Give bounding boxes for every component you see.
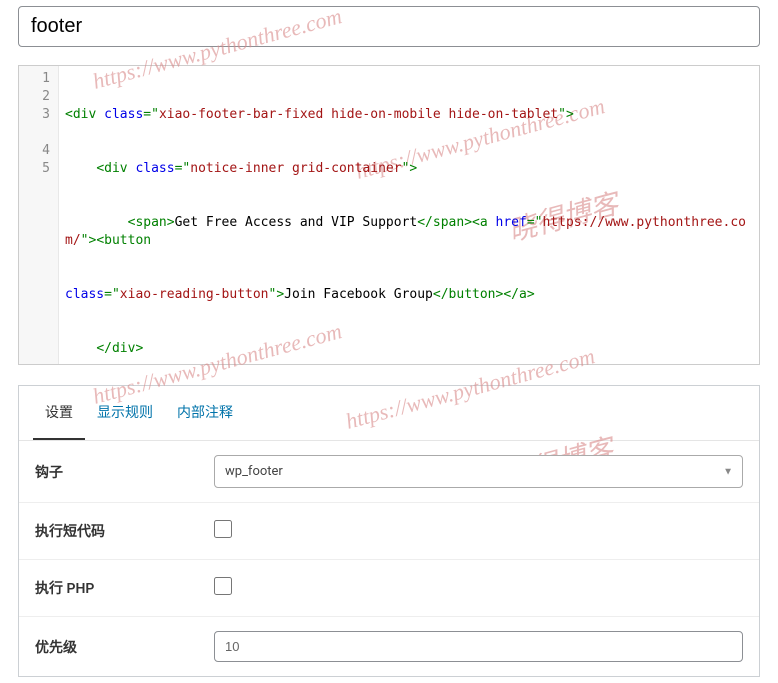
tab-display-rules[interactable]: 显示规则 xyxy=(85,386,165,440)
hook-select[interactable]: wp_footer xyxy=(214,455,743,488)
tab-settings[interactable]: 设置 xyxy=(33,386,85,440)
priority-label: 优先级 xyxy=(19,617,214,677)
title-input[interactable] xyxy=(18,6,760,47)
settings-panel: https://www.pythonthree.com https://www.… xyxy=(18,385,760,677)
shortcode-label: 执行短代码 xyxy=(19,503,214,560)
code-content[interactable]: <div class="xiao-footer-bar-fixed hide-o… xyxy=(59,66,759,364)
shortcode-checkbox[interactable] xyxy=(214,520,232,538)
tab-internal-notes[interactable]: 内部注释 xyxy=(165,386,245,440)
hook-label: 钩子 xyxy=(19,441,214,503)
php-label: 执行 PHP xyxy=(19,560,214,617)
line-gutter: 1 2 3 4 5 xyxy=(19,66,59,364)
tabs: 设置 显示规则 内部注释 xyxy=(19,386,759,441)
code-editor[interactable]: https://www.pythonthree.com https://www.… xyxy=(18,65,760,365)
priority-input[interactable] xyxy=(214,631,743,662)
php-checkbox[interactable] xyxy=(214,577,232,595)
settings-form: 钩子 wp_footer ▼ 执行短代码 执行 PHP 优先级 xyxy=(19,441,759,676)
